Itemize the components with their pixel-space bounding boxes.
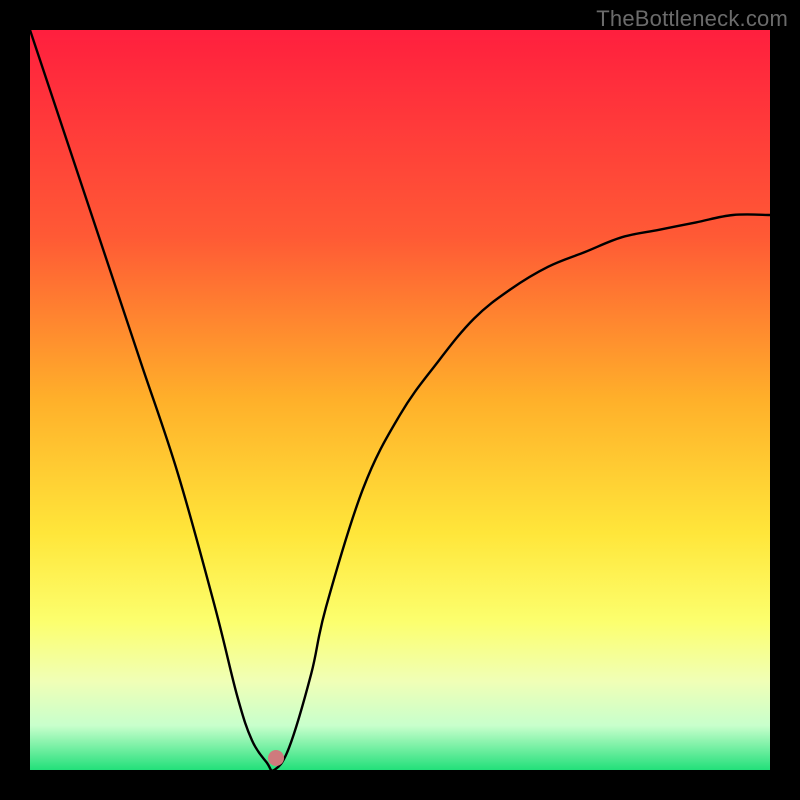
minimum-marker [268,750,284,766]
chart-frame: TheBottleneck.com [0,0,800,800]
plot-area [30,30,770,770]
watermark-text: TheBottleneck.com [596,6,788,32]
bottleneck-curve [30,30,770,770]
